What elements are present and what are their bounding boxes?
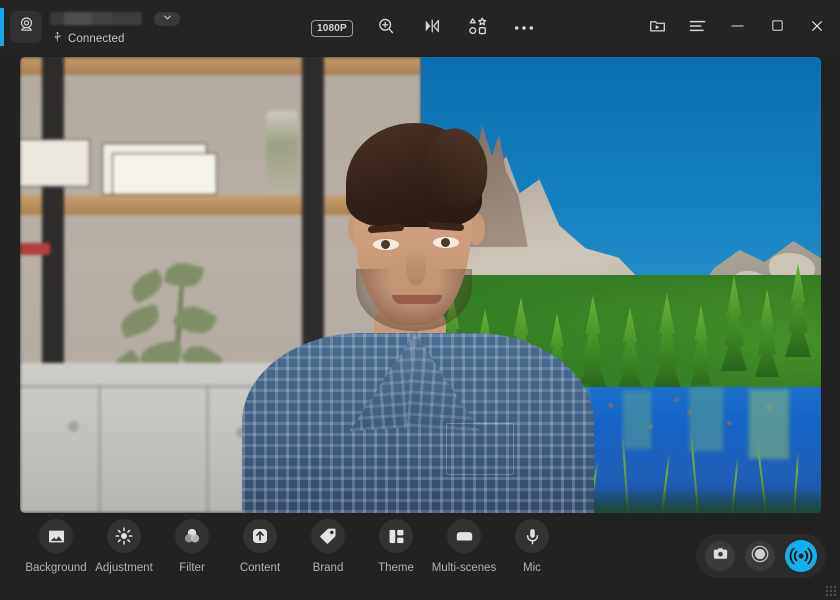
mouth xyxy=(392,295,442,304)
media-folder-icon xyxy=(648,16,667,40)
image-icon xyxy=(39,519,73,553)
tool-mic[interactable]: Mic xyxy=(498,519,566,574)
minimize-icon xyxy=(729,19,746,37)
brightness-sun-icon xyxy=(107,519,141,553)
resize-grip[interactable] xyxy=(825,585,837,597)
tool-multi-scenes[interactable]: Multi-scenes xyxy=(430,519,498,574)
pupil xyxy=(381,240,390,249)
shirt-pocket xyxy=(446,423,514,475)
titlebar-center-tools: 1080P xyxy=(311,0,537,56)
capture-controls xyxy=(696,534,826,578)
camera-preview[interactable] xyxy=(20,57,821,513)
water-reflection xyxy=(749,389,789,459)
device-info: Connected xyxy=(50,9,180,48)
webcam-device-button[interactable] xyxy=(10,11,42,43)
tool-label: Theme xyxy=(378,562,414,574)
three-circles-filter-icon xyxy=(175,519,209,553)
hamburger-menu-icon xyxy=(688,18,707,39)
ellipsis-icon xyxy=(513,19,535,37)
water-reflection xyxy=(623,391,651,449)
maximize-icon xyxy=(770,18,785,38)
shapes-sticker-icon xyxy=(467,15,489,42)
tool-label: Multi-scenes xyxy=(432,562,497,574)
chevron-down-icon xyxy=(162,10,173,28)
media-library-button[interactable] xyxy=(642,14,672,42)
sofa-button xyxy=(68,421,79,432)
shelf-post xyxy=(42,57,64,381)
record-button[interactable] xyxy=(745,541,775,571)
device-name-redacted xyxy=(50,12,142,25)
eye-left xyxy=(373,239,399,250)
tool-background[interactable]: Background xyxy=(22,519,90,574)
zoom-in-button[interactable] xyxy=(373,15,399,41)
tool-filter[interactable]: Filter xyxy=(158,519,226,574)
sofa-seam xyxy=(98,385,101,513)
upload-arrow-icon xyxy=(243,519,277,553)
accent-strip xyxy=(0,8,4,46)
tool-list: Background Adjustment xyxy=(22,519,566,574)
person-subject xyxy=(234,73,604,513)
menu-button[interactable] xyxy=(682,14,712,42)
usb-icon xyxy=(52,30,63,48)
minimize-button[interactable] xyxy=(722,14,752,42)
tool-label: Background xyxy=(25,562,86,574)
tag-icon xyxy=(311,519,345,553)
mirror-flip-icon xyxy=(421,16,443,41)
device-name-row[interactable] xyxy=(50,12,180,26)
connection-status-label: Connected xyxy=(68,33,125,45)
tool-label: Content xyxy=(240,562,280,574)
tool-label: Filter xyxy=(179,562,205,574)
window-controls xyxy=(642,0,832,56)
live-stream-button[interactable] xyxy=(785,540,817,572)
sofa-seam xyxy=(206,385,209,513)
pupil xyxy=(441,238,450,247)
connection-status: Connected xyxy=(52,30,180,48)
tool-label: Adjustment xyxy=(95,562,153,574)
bottom-toolbar: Background Adjustment xyxy=(0,513,840,600)
record-circle-icon xyxy=(750,544,770,569)
device-dropdown-button[interactable] xyxy=(154,12,180,26)
book xyxy=(112,153,217,195)
microphone-icon xyxy=(515,519,549,553)
mirror-flip-button[interactable] xyxy=(419,15,445,41)
tool-label: Brand xyxy=(313,562,344,574)
camera-icon xyxy=(712,545,729,567)
resolution-badge[interactable]: 1080P xyxy=(311,20,353,37)
water-reflection xyxy=(689,387,723,451)
nose xyxy=(406,249,426,285)
webcam-icon xyxy=(17,15,36,39)
stickers-button[interactable] xyxy=(465,15,491,41)
tool-content[interactable]: Content xyxy=(226,519,294,574)
magnifier-plus-icon xyxy=(376,16,396,41)
red-object xyxy=(20,243,50,255)
scene-card-icon xyxy=(447,519,481,553)
close-button[interactable] xyxy=(802,14,832,42)
tool-theme[interactable]: Theme xyxy=(362,519,430,574)
tool-label: Mic xyxy=(523,562,541,574)
eye-right xyxy=(433,237,459,248)
preview-stage xyxy=(0,56,840,513)
close-icon xyxy=(809,18,825,39)
layout-panels-icon xyxy=(379,519,413,553)
titlebar: Connected 1080P xyxy=(0,0,840,56)
device-selector[interactable]: Connected xyxy=(10,9,180,48)
app-window: Connected 1080P xyxy=(0,0,840,600)
snapshot-button[interactable] xyxy=(705,541,735,571)
maximize-button[interactable] xyxy=(762,14,792,42)
tool-adjustment[interactable]: Adjustment xyxy=(90,519,158,574)
more-options-button[interactable] xyxy=(511,15,537,41)
tool-brand[interactable]: Brand xyxy=(294,519,362,574)
book xyxy=(20,139,90,187)
